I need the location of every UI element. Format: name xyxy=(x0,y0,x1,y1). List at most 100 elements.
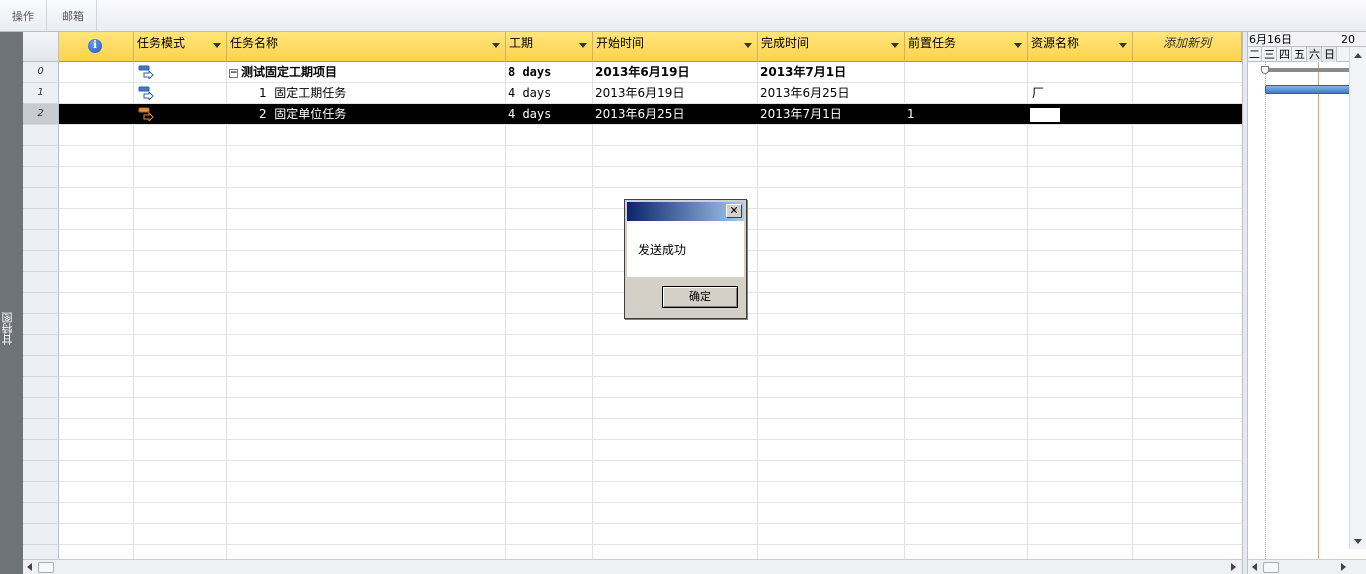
column-header-duration[interactable]: 工期 xyxy=(506,32,593,62)
row-header-empty[interactable] xyxy=(23,251,59,272)
scroll-right-arrow-icon[interactable] xyxy=(1231,563,1236,571)
grid-line xyxy=(226,62,227,559)
start-cell[interactable]: 2013年6月25日 xyxy=(595,104,759,125)
view-bar[interactable]: 甘特图 xyxy=(0,32,23,574)
task-name-cell[interactable]: 1 固定工期任务 xyxy=(259,83,507,104)
row-header-empty[interactable] xyxy=(23,335,59,356)
duration-cell[interactable]: 4 days xyxy=(508,83,594,104)
finish-cell[interactable]: 2013年7月1日 xyxy=(760,62,906,83)
row-header-empty[interactable] xyxy=(23,209,59,230)
column-header-predecessors[interactable]: 前置任务 xyxy=(905,32,1028,62)
row-header-empty[interactable] xyxy=(23,419,59,440)
project-start-line xyxy=(1265,62,1266,559)
day-label: 四 xyxy=(1279,47,1292,62)
row-header-empty[interactable] xyxy=(23,545,59,559)
row-header[interactable]: 2 xyxy=(23,104,59,125)
row-header-empty[interactable] xyxy=(23,482,59,503)
task-name-cell[interactable]: 2 固定单位任务 xyxy=(259,104,507,125)
task-name: 固定工期任务 xyxy=(274,86,347,100)
resources-cell[interactable]: 厂 xyxy=(1032,83,1134,104)
dropdown-arrow-icon[interactable] xyxy=(1014,43,1022,48)
row-header-empty[interactable] xyxy=(23,167,59,188)
grid-horizontal-scrollbar[interactable] xyxy=(23,559,1242,574)
row-line xyxy=(59,187,1242,188)
row-header-empty[interactable] xyxy=(23,230,59,251)
dialog-message: 发送成功 xyxy=(638,243,687,257)
dialog-title-bar[interactable]: ✕ xyxy=(627,202,744,221)
finish-cell[interactable]: 2013年6月25日 xyxy=(760,83,906,104)
dropdown-arrow-icon[interactable] xyxy=(579,43,587,48)
column-header-task-name[interactable]: 任务名称 xyxy=(227,32,506,62)
row-line xyxy=(59,103,1242,104)
gantt-horizontal-scrollbar[interactable] xyxy=(1248,559,1366,574)
scroll-thumb[interactable] xyxy=(38,562,54,573)
start-cell[interactable]: 2013年6月19日 xyxy=(595,62,759,83)
row-header[interactable]: 1 xyxy=(23,83,59,104)
menu-item-operate[interactable]: 操作 xyxy=(0,0,47,31)
row-header-empty[interactable] xyxy=(23,503,59,524)
task-wbs: 2 xyxy=(259,107,267,121)
task-row[interactable]: 1 固定工期任务 4 days 2013年6月19日 2013年6月25日 厂 xyxy=(59,83,1242,104)
collapse-icon[interactable]: − xyxy=(229,69,238,78)
day-label: 三 xyxy=(1264,47,1277,62)
start-cell[interactable]: 2013年6月19日 xyxy=(595,83,759,104)
dropdown-arrow-icon[interactable] xyxy=(744,43,752,48)
row-header-empty[interactable] xyxy=(23,293,59,314)
ok-button[interactable]: 确定 xyxy=(662,286,738,308)
task-mode-cell[interactable] xyxy=(134,104,227,125)
dropdown-arrow-icon[interactable] xyxy=(492,43,500,48)
row-header-empty[interactable] xyxy=(23,314,59,335)
scroll-up-arrow-icon[interactable] xyxy=(1354,53,1362,58)
menu-item-mailbox[interactable]: 邮箱 xyxy=(50,0,97,31)
row-header[interactable]: 0 xyxy=(23,62,59,83)
add-column-label: 添加新列 xyxy=(1162,36,1211,50)
column-header-start[interactable]: 开始时间 xyxy=(593,32,758,62)
row-header-empty[interactable] xyxy=(23,188,59,209)
task-row-selected[interactable]: 2 固定单位任务 4 days 2013年6月25日 2013年7月1日 1 xyxy=(59,104,1242,125)
timescale-top-tier: 6月16日 20 xyxy=(1248,32,1366,47)
row-header-empty[interactable] xyxy=(23,377,59,398)
predecessors-cell[interactable] xyxy=(907,83,1029,104)
column-header-info[interactable]: i xyxy=(59,32,134,62)
task-mode-cell[interactable] xyxy=(134,62,227,83)
duration-cell[interactable]: 8 days xyxy=(508,62,594,83)
grid-line xyxy=(1027,62,1028,559)
scroll-left-arrow-icon[interactable] xyxy=(1252,563,1257,571)
row-header-empty[interactable] xyxy=(23,146,59,167)
row-header-empty[interactable] xyxy=(23,524,59,545)
task-mode-cell[interactable] xyxy=(134,83,227,104)
row-header-empty[interactable] xyxy=(23,356,59,377)
task-row[interactable]: − 测试固定工期项目 8 days 2013年6月19日 2013年7月1日 xyxy=(59,62,1242,83)
menu-bar: 操作 邮箱 xyxy=(0,0,1366,32)
row-header-empty[interactable] xyxy=(23,125,59,146)
scroll-left-arrow-icon[interactable] xyxy=(27,563,32,571)
scroll-thumb[interactable] xyxy=(1263,562,1279,573)
task-name-cell[interactable]: − 测试固定工期项目 xyxy=(229,62,507,83)
grid-line xyxy=(505,62,506,559)
column-header-resources[interactable]: 资源名称 xyxy=(1028,32,1133,62)
column-header-add-new[interactable]: 添加新列 xyxy=(1133,32,1242,62)
scroll-down-arrow-icon[interactable] xyxy=(1354,539,1362,544)
row-header-empty[interactable] xyxy=(23,272,59,293)
predecessors-cell[interactable]: 1 xyxy=(907,104,1029,125)
gantt-vertical-scrollbar[interactable] xyxy=(1349,47,1366,549)
predecessors-cell[interactable] xyxy=(907,62,1029,83)
day-label: 日 xyxy=(1323,47,1337,62)
row-header-empty[interactable] xyxy=(23,440,59,461)
row-header-empty[interactable] xyxy=(23,398,59,419)
resources-cell[interactable] xyxy=(1030,62,1134,83)
column-header-task-mode[interactable]: 任务模式 xyxy=(134,32,227,62)
resources-cell[interactable] xyxy=(1030,104,1134,125)
dropdown-arrow-icon[interactable] xyxy=(213,43,221,48)
select-all-corner[interactable] xyxy=(23,32,59,62)
finish-cell[interactable]: 2013年7月1日 xyxy=(760,104,906,125)
row-header-empty[interactable] xyxy=(23,461,59,482)
dropdown-arrow-icon[interactable] xyxy=(891,43,899,48)
row-line xyxy=(59,166,1242,167)
day-label: 五 xyxy=(1294,47,1307,62)
close-icon[interactable]: ✕ xyxy=(726,204,742,218)
dropdown-arrow-icon[interactable] xyxy=(1119,43,1127,48)
duration-cell[interactable]: 4 days xyxy=(508,104,594,125)
column-header-finish[interactable]: 完成时间 xyxy=(758,32,905,62)
scroll-right-arrow-icon[interactable] xyxy=(1341,563,1346,571)
